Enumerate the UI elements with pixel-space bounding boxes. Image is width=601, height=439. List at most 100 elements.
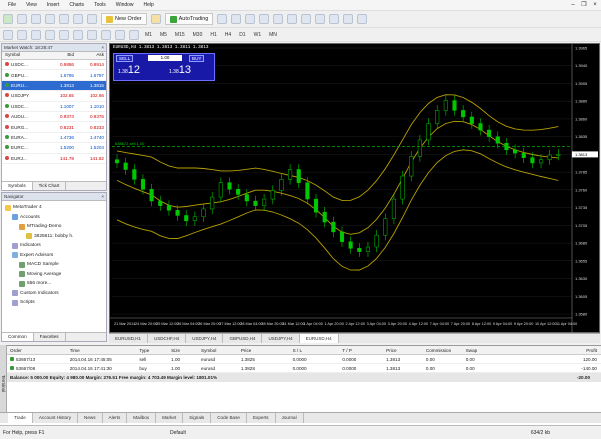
chart-tab[interactable]: USDJPY,H4 <box>262 334 300 343</box>
close-icon[interactable]: × <box>591 1 599 9</box>
tab-tick-chart[interactable]: Tick Chart <box>33 182 67 190</box>
market-watch-row[interactable]: USDC... 0.9886 0.9914 <box>2 60 106 71</box>
market-watch-row[interactable]: AUDU... 0.9374 0.9376 <box>2 112 106 123</box>
col-tp[interactable]: T / P <box>340 348 384 353</box>
tf-h4[interactable]: H4 <box>223 32 233 38</box>
market-watch-row[interactable]: USDJPY 102.65 102.66 <box>2 91 106 102</box>
navigator-item[interactable]: Custom Indicators <box>4 289 104 299</box>
col-current-price[interactable]: Price <box>384 348 424 353</box>
chart-tab[interactable]: USDJPY,H4 <box>186 334 224 343</box>
periods-icon[interactable] <box>343 14 354 24</box>
navigator-item[interactable]: MACD Sample <box>4 260 104 270</box>
tile-windows-icon[interactable] <box>287 14 298 24</box>
terminal-tab[interactable]: Account History <box>33 413 79 423</box>
navigator-item[interactable]: 3825611: bobby h. <box>4 232 104 242</box>
tf-d1[interactable]: D1 <box>237 32 247 38</box>
channel-icon[interactable] <box>73 29 83 40</box>
terminal-tab[interactable]: Market <box>156 413 184 423</box>
tf-h1[interactable]: H1 <box>208 32 218 38</box>
sell-button[interactable]: SELL <box>116 55 134 62</box>
terminal-tab[interactable]: Experts <box>247 413 276 423</box>
col-ask[interactable]: Ask <box>74 52 104 59</box>
col-commission[interactable]: Commission <box>424 348 464 353</box>
market-watch-icon[interactable] <box>31 14 41 24</box>
menu-window[interactable]: Window <box>111 2 139 8</box>
tf-mn[interactable]: MN <box>267 32 279 38</box>
col-symbol[interactable]: Symbol <box>199 348 239 353</box>
arrows-icon[interactable] <box>129 29 139 40</box>
col-type[interactable]: Type <box>137 348 169 353</box>
menu-file[interactable]: File <box>3 2 21 8</box>
menu-tools[interactable]: Tools <box>89 2 111 8</box>
profiles-icon[interactable] <box>17 14 27 24</box>
col-price[interactable]: Price <box>239 348 291 353</box>
col-size[interactable]: Size <box>169 348 199 353</box>
close-icon[interactable]: × <box>101 44 104 51</box>
col-time[interactable]: Time <box>68 348 138 353</box>
terminal-tab[interactable]: Journal <box>276 413 304 423</box>
line-chart-icon[interactable] <box>245 14 256 24</box>
horizontal-line-icon[interactable] <box>45 29 55 40</box>
col-bid[interactable]: Bid <box>44 52 74 59</box>
lot-size-input[interactable]: 1.00 <box>148 55 182 61</box>
tf-w1[interactable]: W1 <box>252 32 264 38</box>
label-icon[interactable] <box>115 29 125 40</box>
text-icon[interactable] <box>101 29 111 40</box>
new-chart-icon[interactable] <box>3 14 13 24</box>
navigator-item[interactable]: MetaTrader 4 <box>4 203 104 213</box>
menu-charts[interactable]: Charts <box>64 2 89 8</box>
market-watch-row[interactable]: EURA... 1.4736 1.4740 <box>2 133 106 144</box>
market-watch-row[interactable]: EURC... 1.5200 1.5204 <box>2 143 106 154</box>
price-chart[interactable]: #38672 sell 1.00 1.3965 1.3940 1.3905 1.3880… <box>110 44 601 334</box>
col-profit[interactable]: Profit <box>515 348 601 353</box>
vertical-line-icon[interactable] <box>31 29 41 40</box>
navigator-icon[interactable] <box>59 14 69 24</box>
buy-button[interactable]: BUY <box>189 55 205 62</box>
tab-common[interactable]: Common <box>2 333 34 341</box>
terminal-tab[interactable]: Mailbox <box>127 413 157 423</box>
tf-m5[interactable]: M5 <box>158 32 169 38</box>
navigator-item[interactable]: Scripts <box>4 298 104 308</box>
new-order-button[interactable]: New Order <box>101 13 147 25</box>
buy-price[interactable]: 1.3813 <box>169 64 191 76</box>
terminal-tab[interactable]: Code Base <box>211 413 247 423</box>
navigator-item[interactable]: MTrading-Demo <box>4 222 104 232</box>
menu-help[interactable]: Help <box>139 2 159 8</box>
chart-shift-icon[interactable] <box>315 14 326 24</box>
market-watch-row[interactable]: GBPU... 1.6795 1.6797 <box>2 70 106 81</box>
menu-view[interactable]: View <box>21 2 42 8</box>
close-icon[interactable]: × <box>101 193 104 200</box>
market-watch-row[interactable]: EURJ... 141.79 141.82 <box>2 154 106 164</box>
col-symbol[interactable]: Symbol <box>2 52 44 59</box>
navigator-item[interactable]: Moving Average <box>4 270 104 280</box>
navigator-item[interactable]: Accounts <box>4 213 104 223</box>
tester-icon[interactable] <box>87 14 97 24</box>
navigator-item[interactable]: 556 more... <box>4 279 104 289</box>
minimize-icon[interactable]: – <box>569 1 577 9</box>
bar-chart-icon[interactable] <box>217 14 228 24</box>
chart-window[interactable]: #38672 sell 1.00 1.3965 1.3940 1.3905 1.3880… <box>109 43 601 334</box>
zoom-out-icon[interactable] <box>273 14 284 24</box>
metaeditor-icon[interactable] <box>150 14 161 24</box>
col-order[interactable]: Order <box>8 348 68 353</box>
terminal-icon[interactable] <box>73 14 83 24</box>
navigator-item[interactable]: Indicators <box>4 241 104 251</box>
cursor-icon[interactable] <box>3 29 13 40</box>
terminal-tab[interactable]: Alerts <box>103 413 128 423</box>
candle-chart-icon[interactable] <box>231 14 242 24</box>
autoscroll-icon[interactable] <box>301 14 312 24</box>
terminal-tab[interactable]: News <box>78 413 103 423</box>
terminal-tab[interactable]: Signals <box>183 413 212 423</box>
order-row[interactable]: 53667/13 2014.04.16 17:45:05 sell 1.00 eurus… <box>0 355 601 364</box>
tab-symbols[interactable]: Symbols <box>2 182 33 190</box>
market-watch-row[interactable]: EURU... 1.3813 1.3815 <box>2 80 106 92</box>
sell-price[interactable]: 1.3812 <box>118 64 140 76</box>
chart-tab[interactable]: USDCHF,H4 <box>148 334 187 343</box>
col-sl[interactable]: S / L <box>291 348 341 353</box>
crosshair-icon[interactable] <box>17 29 27 40</box>
tf-m15[interactable]: M15 <box>173 32 187 38</box>
fibonacci-icon[interactable] <box>87 29 97 40</box>
templates-icon[interactable] <box>357 14 368 24</box>
data-window-icon[interactable] <box>45 14 55 24</box>
trendline-icon[interactable] <box>59 29 69 40</box>
